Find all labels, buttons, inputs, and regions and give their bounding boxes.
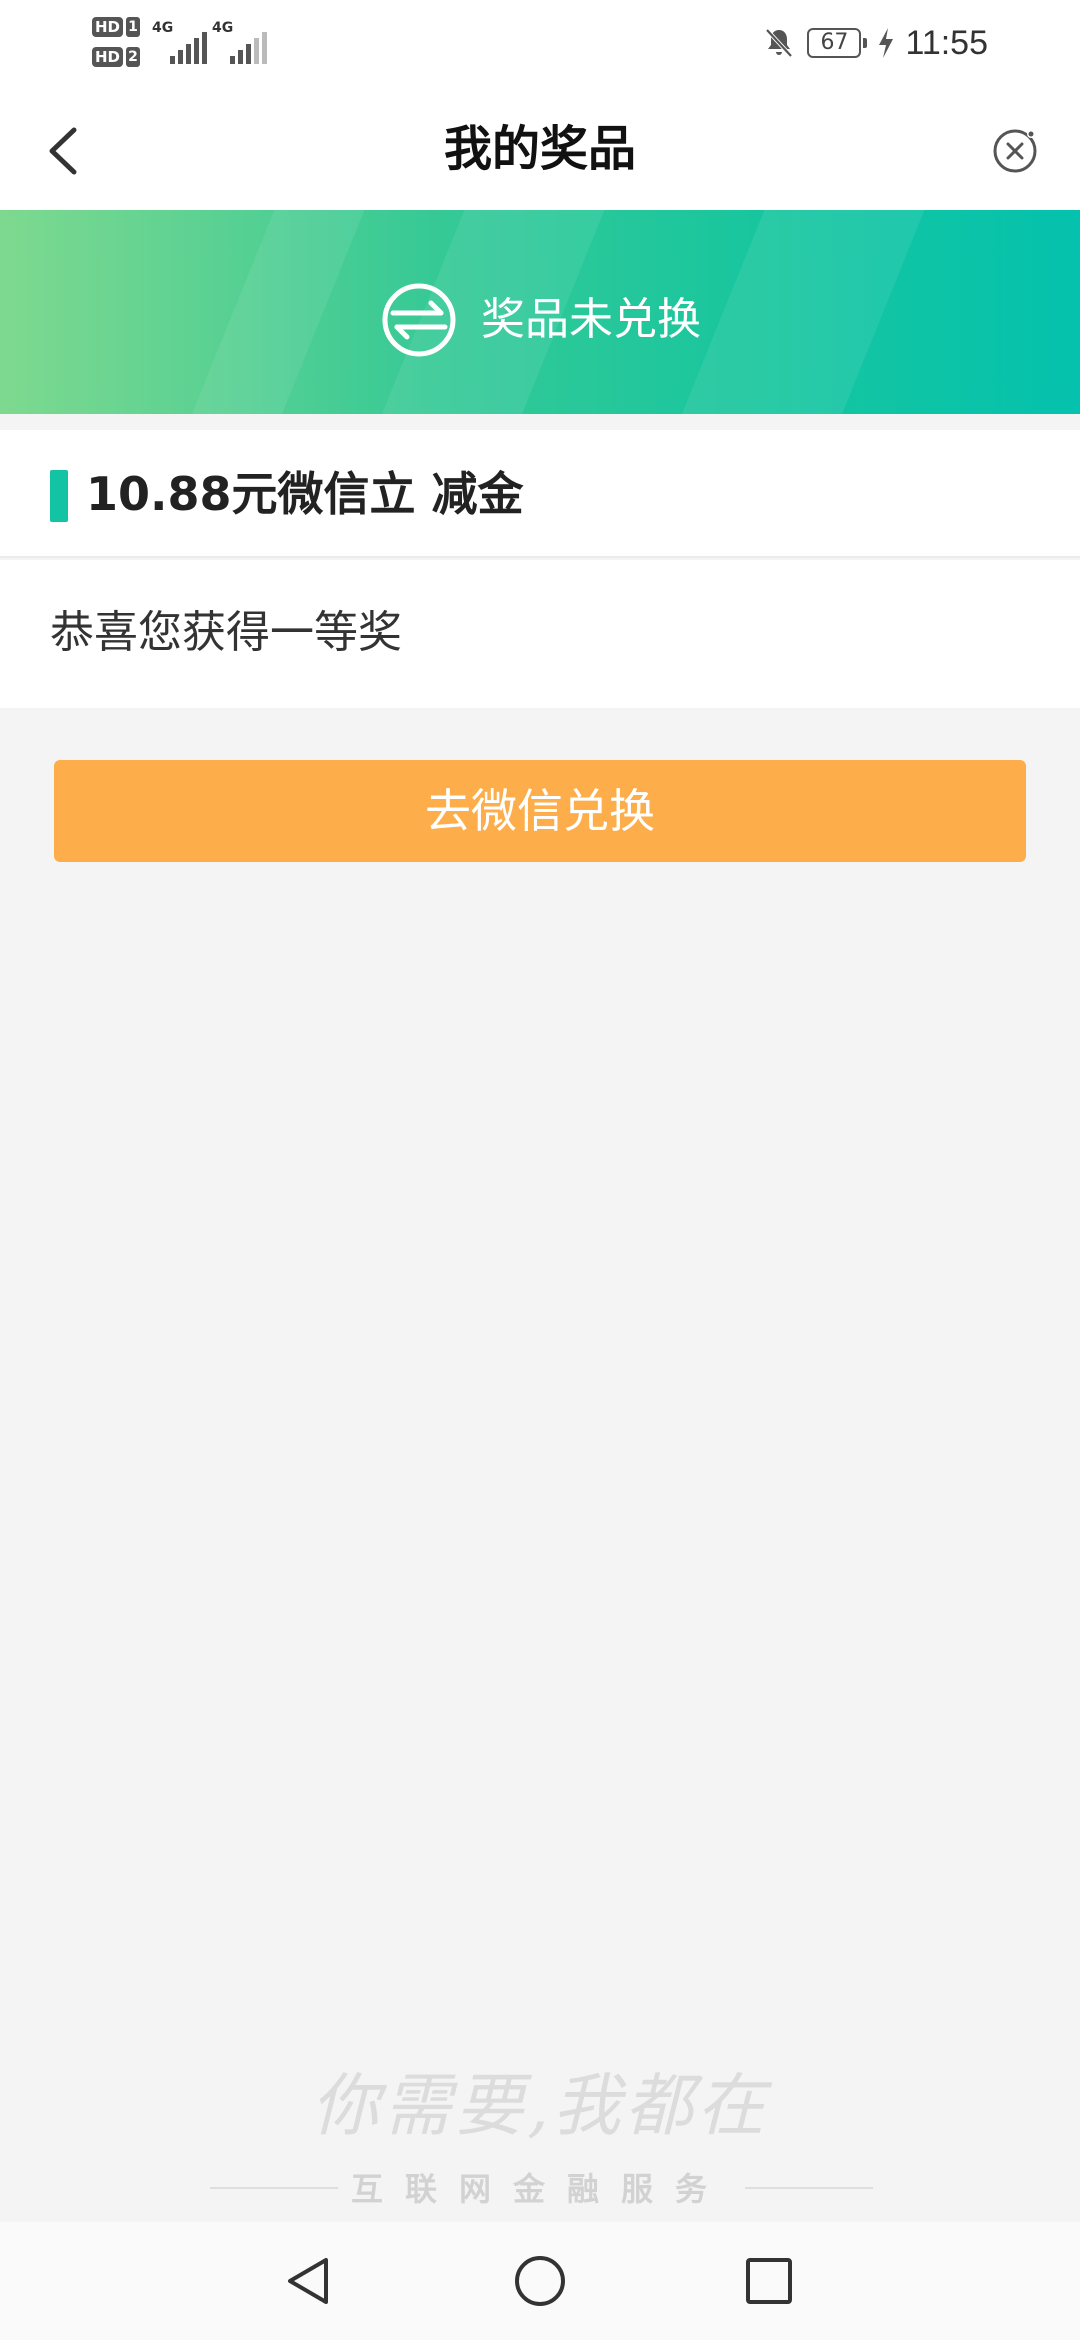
status-banner: 奖品未兑换 [0,210,1080,414]
banner-content: 奖品未兑换 [0,280,1080,360]
prize-name: 10.88元微信立 减金 [86,467,524,521]
signal-2: 4G [212,20,267,64]
page: HD 1 HD 2 4G 4G 67 11:55 我的奖品 奖品未兑换 10.8… [0,0,1080,2340]
divider [745,2187,873,2189]
charging-bolt-icon [879,28,894,58]
system-nav-bar [0,2222,1080,2340]
redeem-wechat-button[interactable]: 去微信兑换 [54,760,1026,862]
battery-indicator: 67 [807,28,868,58]
accent-bar [50,470,68,522]
nav-home-circle-icon[interactable] [507,2248,573,2314]
network-type-1: 4G [152,20,174,36]
prize-title-row: 10.88元微信立 减金 [0,430,1080,558]
prize-description-row: 恭喜您获得一等奖 [0,560,1080,708]
signal-bars-icon [170,30,207,64]
banner-status-text: 奖品未兑换 [481,294,701,345]
signal-1: 4G [152,20,207,64]
status-bar: HD 1 HD 2 4G 4G 67 11:55 [0,0,1080,86]
network-type-2: 4G [212,20,234,36]
sim2-indicator: HD 2 [92,44,146,70]
sim2-number: 2 [126,47,141,67]
hd-badge: HD [92,47,124,67]
exchange-icon [382,283,456,357]
nav-back-triangle-icon[interactable] [276,2248,342,2314]
app-header: 我的奖品 [0,86,1080,210]
slogan-subtitle: 互联网金融服务 [350,2170,729,2208]
prize-description: 恭喜您获得一等奖 [50,607,402,658]
sim1-indicator: HD 1 [92,14,146,40]
slogan-script: 你需要,我都在 [311,2067,769,2146]
bell-muted-icon [765,28,793,58]
hd-badge: HD [92,17,124,37]
signal-bars-icon [230,30,267,64]
clock: 11:55 [905,23,988,62]
nav-recents-square-icon[interactable] [736,2248,802,2314]
page-title: 我的奖品 [443,121,636,177]
sim-slots: HD 1 HD 2 [92,14,146,74]
sim1-number: 1 [126,17,141,37]
status-right: 67 11:55 [761,18,988,68]
footer-slogan: 你需要,我都在 互联网金融服务 [0,2040,1080,2210]
close-circle-icon[interactable] [980,116,1050,186]
